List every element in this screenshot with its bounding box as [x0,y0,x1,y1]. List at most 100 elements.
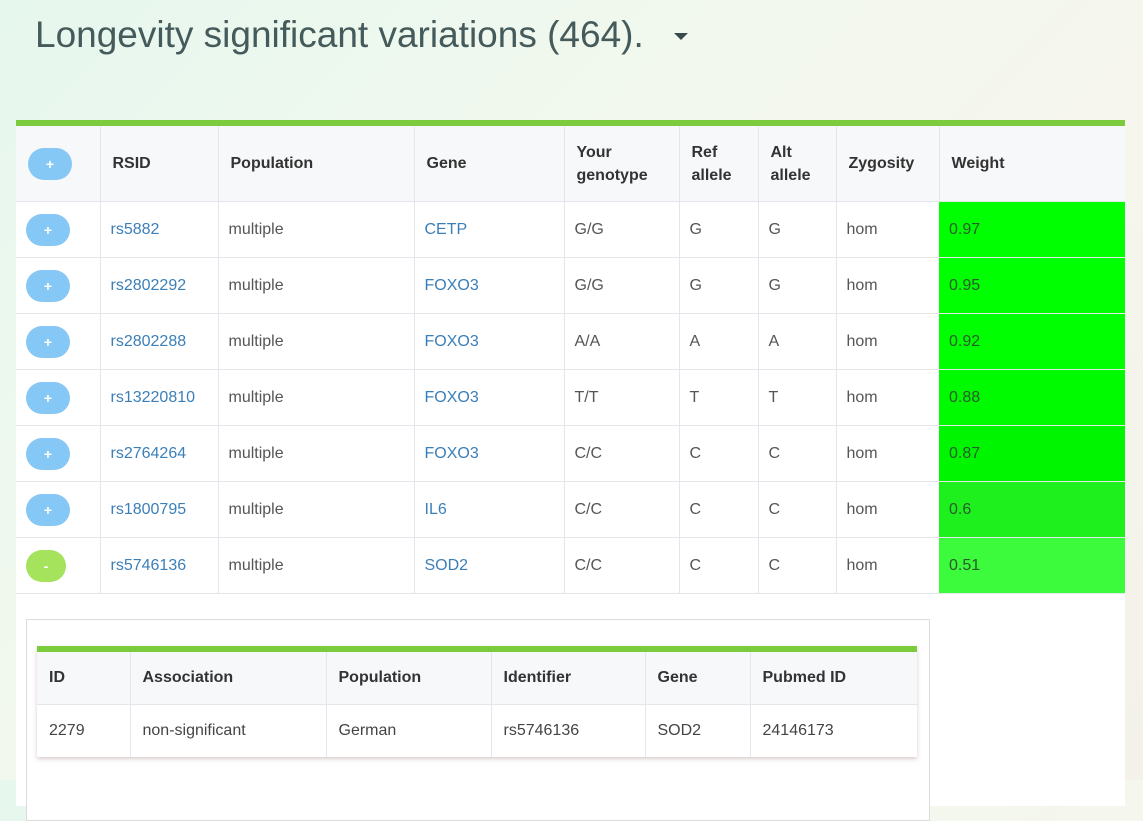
detail-pubmed: 24146173 [749,704,917,757]
table-row: - rs5746136 multiple SOD2 C/C C Chom 0.51 [16,537,1125,594]
row-toggle-cell: - [16,537,100,594]
genotype-cell: G/G [563,257,679,314]
table-row: + rs2764264 multiple FOXO3 C/C C Chom 0.87 [16,425,1125,482]
population-cell: multiple [217,481,414,538]
gene-link[interactable]: FOXO3 [425,277,479,294]
alt-allele-cell: T [757,369,836,426]
alt-allele-cell: C [757,425,836,482]
population-cell: multiple [217,201,414,258]
rsid-cell: rs1800795 [99,481,218,538]
weight-cell: 0.95 [939,257,1125,314]
header-population[interactable]: Population [217,126,414,202]
rsid-cell: rs5882 [99,201,218,258]
gene-link[interactable]: FOXO3 [425,389,479,406]
zygosity-cell: hom [835,257,939,314]
table-row: + rs1800795 multiple IL6 C/C C Chom 0.6 [16,481,1125,538]
expand-row-button[interactable]: + [26,493,70,526]
rsid-link[interactable]: rs2764264 [111,445,187,462]
weight-cell: 0.97 [939,201,1125,258]
row-toggle-cell: + [16,201,100,258]
detail-header-row: ID Association Population Identifier Gen… [37,652,917,705]
header-rsid[interactable]: RSID [99,126,218,202]
zygosity-cell: hom [835,201,939,258]
header-ref-allele[interactable]: Ref allele [678,126,758,202]
expand-row-button[interactable]: + [26,437,70,470]
weight-cell: 0.6 [939,481,1125,538]
page-title: Longevity significant variations (464). [35,14,688,56]
detail-header-association: Association [129,652,326,705]
rsid-cell: rs2802288 [99,313,218,370]
population-cell: multiple [217,369,414,426]
rsid-link[interactable]: rs2802292 [111,277,187,294]
gene-link[interactable]: FOXO3 [425,333,479,350]
genotype-cell: A/A [563,313,679,370]
detail-header-pubmed: Pubmed ID [749,652,917,705]
gene-link[interactable]: IL6 [425,501,447,518]
table-row: + rs5882 multiple CETP G/G G Ghom 0.97 [16,201,1125,258]
zygosity-cell: hom [835,369,939,426]
weight-cell: 0.92 [939,313,1125,370]
detail-header-id: ID [37,652,130,705]
zygosity-cell: hom [835,313,939,370]
expand-row-button[interactable]: + [26,213,70,246]
population-cell: multiple [217,313,414,370]
variations-panel: + RSID Population Gene Your genotype Ref… [16,120,1125,821]
caret-down-icon[interactable] [673,33,688,40]
header-toggle: + [16,126,100,202]
gene-link[interactable]: SOD2 [425,557,469,574]
expand-all-button[interactable]: + [28,147,72,180]
alt-allele-cell: G [757,201,836,258]
genotype-cell: C/C [563,425,679,482]
detail-row: 2279 non-significant German rs5746136 SO… [37,704,917,757]
header-zygosity[interactable]: Zygosity [835,126,939,202]
zygosity-cell: hom [835,481,939,538]
detail-header-identifier: Identifier [490,652,645,705]
expand-row-button[interactable]: + [26,381,70,414]
rsid-cell: rs5746136 [99,537,218,594]
population-cell: multiple [217,425,414,482]
gene-cell: CETP [413,201,564,258]
gene-cell: IL6 [413,481,564,538]
weight-cell: 0.51 [939,537,1125,594]
rsid-cell: rs2802292 [99,257,218,314]
rsid-cell: rs2764264 [99,425,218,482]
genotype-cell: C/C [563,537,679,594]
ref-allele-cell: A [678,313,758,370]
gene-link[interactable]: FOXO3 [425,445,479,462]
header-alt-allele[interactable]: Alt allele [757,126,836,202]
rsid-link[interactable]: rs1800795 [111,501,187,518]
gene-cell: FOXO3 [413,369,564,426]
weight-cell: 0.87 [939,425,1125,482]
expand-row-button[interactable]: + [26,325,70,358]
gene-link[interactable]: CETP [425,221,468,238]
population-cell: multiple [217,257,414,314]
ref-allele-cell: G [678,201,758,258]
rsid-cell: rs13220810 [99,369,218,426]
population-cell: multiple [217,537,414,594]
detail-panel: ID Association Population Identifier Gen… [26,619,930,821]
collapse-row-button[interactable]: - [26,549,66,582]
zygosity-cell: hom [835,537,939,594]
rsid-link[interactable]: rs13220810 [111,389,196,406]
row-toggle-cell: + [16,257,100,314]
genotype-cell: G/G [563,201,679,258]
genotype-cell: C/C [563,481,679,538]
row-toggle-cell: + [16,369,100,426]
page-title-text: Longevity significant variations (464). [35,14,644,55]
ref-allele-cell: C [678,425,758,482]
zygosity-cell: hom [835,425,939,482]
header-gene[interactable]: Gene [413,126,564,202]
header-weight[interactable]: Weight [938,126,1125,202]
detail-association: non-significant [129,704,326,757]
header-genotype[interactable]: Your genotype [563,126,679,202]
alt-allele-cell: C [757,537,836,594]
rsid-link[interactable]: rs5746136 [111,557,187,574]
detail-id: 2279 [49,722,85,739]
ref-allele-cell: T [678,369,758,426]
expand-row-button[interactable]: + [26,269,70,302]
row-toggle-cell: + [16,313,100,370]
detail-population: German [325,704,491,757]
rsid-link[interactable]: rs2802288 [111,333,187,350]
rsid-link[interactable]: rs5882 [111,221,160,238]
table-row: + rs13220810 multiple FOXO3 T/T T Thom 0.88 [16,369,1125,426]
